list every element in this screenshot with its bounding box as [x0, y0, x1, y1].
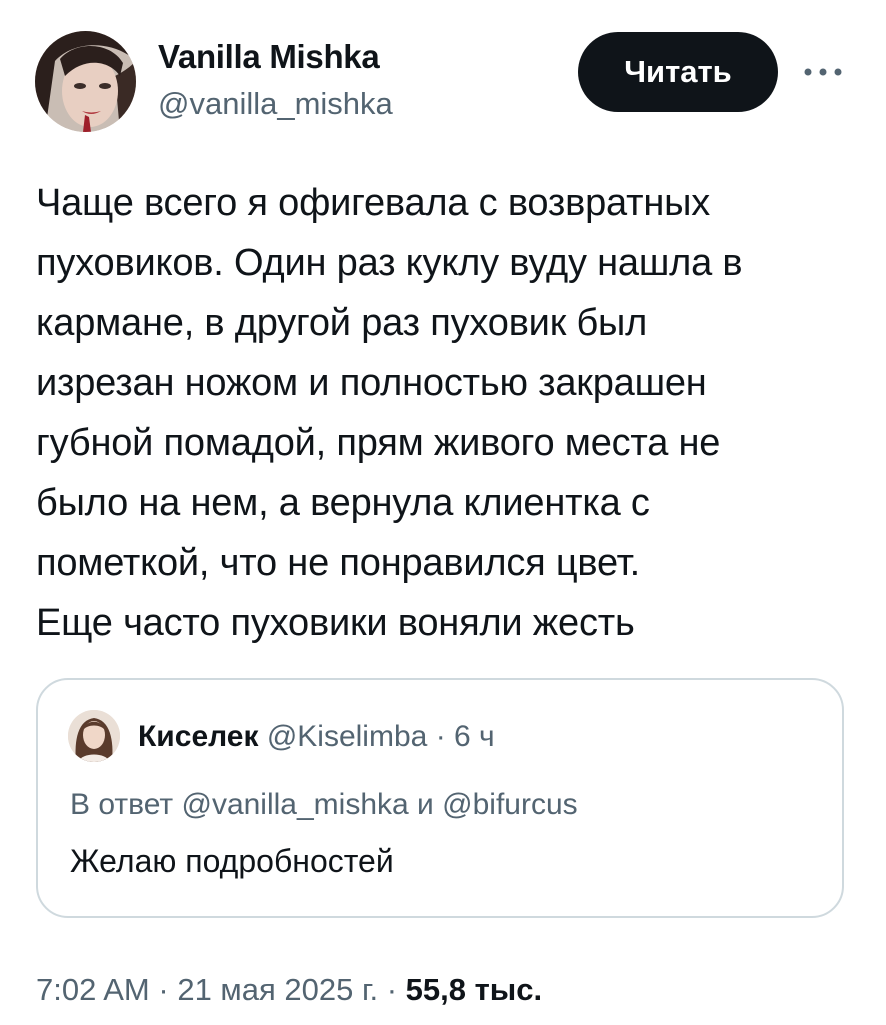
author-avatar[interactable] [35, 31, 136, 132]
quoted-author-avatar[interactable] [68, 710, 120, 762]
tweet-text: Чаще всего я офигевала с возвратных пухо… [36, 182, 743, 644]
author-display-name[interactable]: Vanilla Mishka [158, 38, 380, 76]
quoted-author-handle[interactable]: @Kiselimba [267, 720, 428, 753]
quoted-author-name[interactable]: Киселек [138, 720, 258, 753]
reply-and: и [417, 788, 434, 821]
quoted-tweet-card[interactable]: Киселек @Kiselimba · 6 ч В ответ @vanill… [36, 678, 844, 918]
follow-button[interactable]: Читать [578, 32, 778, 112]
reply-user-link-2[interactable]: @bifurcus [442, 788, 578, 821]
tweet-meta: 7:02 AM · 21 мая 2025 г. · 55,8 тыс. [36, 972, 542, 1008]
meta-separator: · [386, 972, 398, 1007]
header-separator: · [435, 720, 446, 753]
quoted-tweet-header: Киселек @Kiselimba · 6 ч [138, 720, 495, 754]
view-count[interactable]: 55,8 тыс. [406, 972, 542, 1007]
author-handle[interactable]: @vanilla_mishka [158, 86, 393, 122]
quoted-tweet-time[interactable]: 6 ч [454, 720, 495, 753]
tweet-date[interactable]: 21 мая 2025 г. [177, 972, 378, 1007]
reply-context: В ответ @vanilla_mishka и @bifurcus [70, 788, 578, 822]
more-horizontal-icon[interactable] [800, 52, 846, 92]
reply-user-link-1[interactable]: @vanilla_mishka [181, 788, 408, 821]
meta-separator: · [158, 972, 169, 1007]
quoted-tweet-text: Желаю подробностей [70, 843, 394, 879]
tweet-time[interactable]: 7:02 AM [36, 972, 150, 1007]
reply-prefix: В ответ [70, 788, 174, 821]
